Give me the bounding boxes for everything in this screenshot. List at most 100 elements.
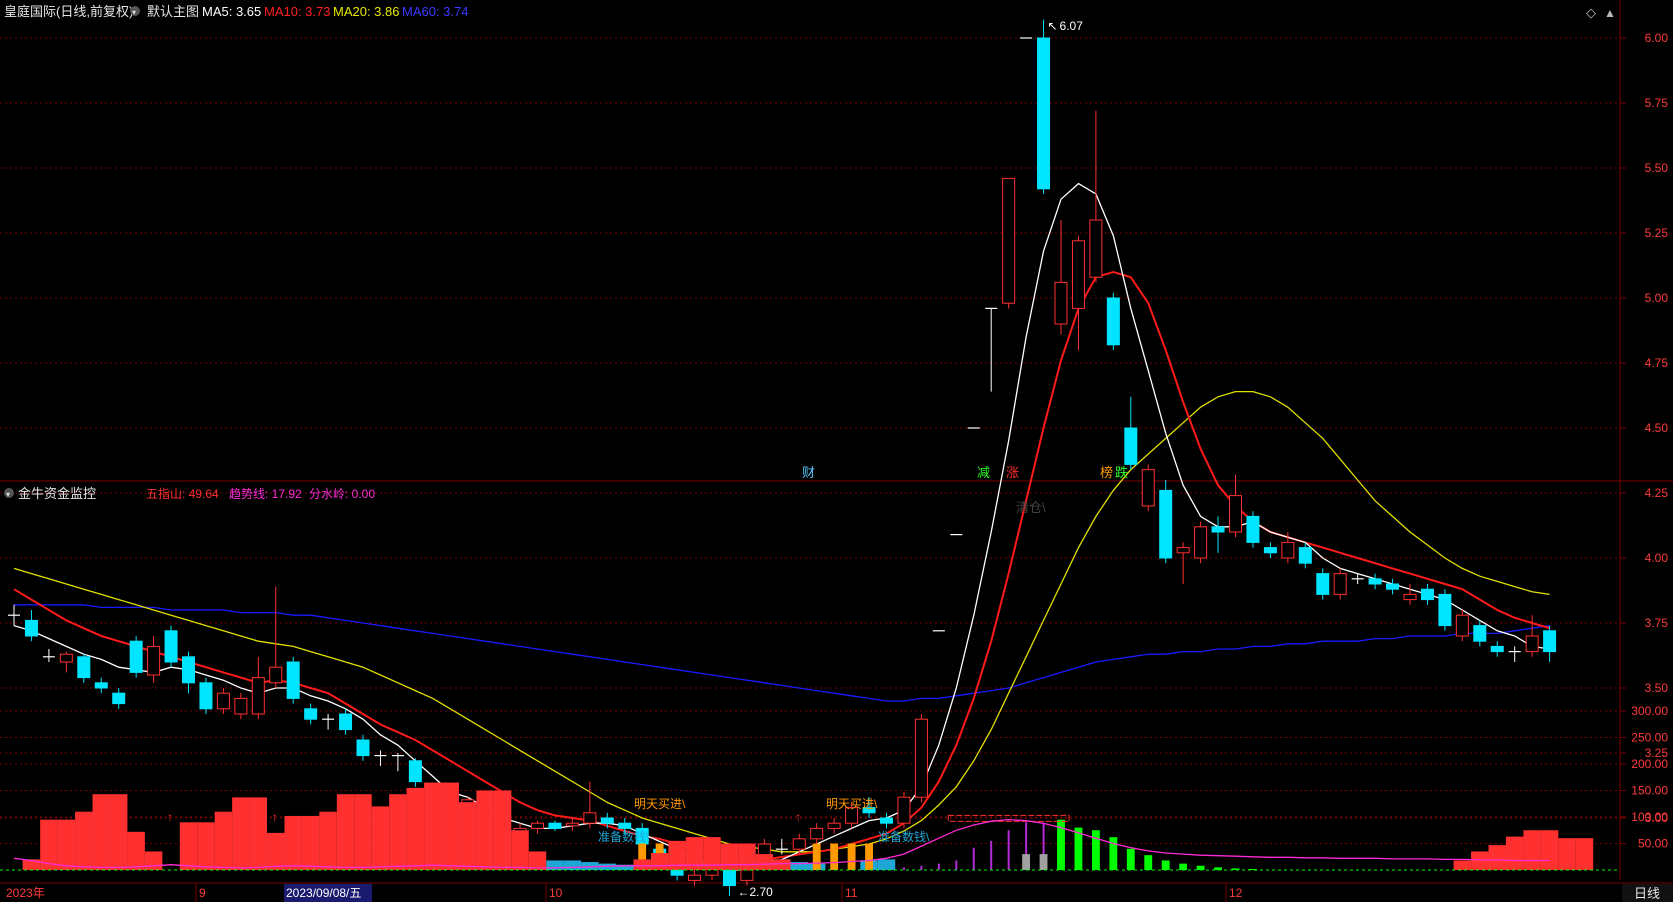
ma10-label: MA10: 3.73 bbox=[264, 4, 331, 19]
red-bar bbox=[319, 811, 337, 870]
chevron-down-icon: ▾ bbox=[132, 8, 136, 17]
stock-title[interactable]: 皇庭国际(日线,前复权) bbox=[4, 4, 133, 19]
orange-bar bbox=[812, 843, 821, 870]
low-price-mark: 2.70 bbox=[749, 885, 773, 899]
red-bar bbox=[371, 806, 390, 870]
trend-line-value: 趋势线: 17.92 bbox=[229, 487, 302, 501]
red-bar bbox=[650, 853, 669, 870]
time-axis: 2023年 9 10 11 12 2023/09/08/五 日线 bbox=[6, 884, 1673, 902]
candle-up bbox=[1176, 547, 1190, 554]
candle-up bbox=[810, 827, 824, 840]
candle-up bbox=[740, 869, 754, 881]
candle-down bbox=[1211, 526, 1225, 533]
diamond-icon[interactable]: ◇ bbox=[1586, 5, 1596, 20]
red-bar bbox=[92, 794, 110, 870]
candle-down bbox=[1543, 630, 1557, 653]
red-bar bbox=[197, 822, 215, 870]
prepare-signal-label: 准备数钱\ bbox=[878, 829, 930, 844]
red-bar bbox=[738, 843, 756, 870]
candle-down bbox=[618, 822, 632, 829]
arrow-left-icon: ↖ bbox=[1048, 19, 1058, 33]
period-button-label[interactable]: 日线 bbox=[1634, 886, 1660, 901]
ma5-line bbox=[13, 182, 1550, 871]
moving-average-lines bbox=[13, 182, 1550, 871]
candle-down bbox=[199, 682, 213, 710]
arrow-left-icon: ← bbox=[737, 885, 749, 899]
red-bar bbox=[424, 782, 442, 870]
orange-bar bbox=[830, 843, 839, 870]
purple-bar bbox=[920, 865, 923, 870]
red-bar bbox=[1540, 830, 1559, 870]
candle-down bbox=[24, 619, 38, 637]
candle-up bbox=[216, 692, 230, 710]
blue-bar bbox=[546, 860, 564, 870]
ma5-label: MA5: 3.65 bbox=[202, 4, 261, 19]
price-axis-label: 4.75 bbox=[1645, 356, 1669, 370]
ma20-line bbox=[13, 390, 1550, 853]
caret-up-icon[interactable]: ▲ bbox=[1604, 6, 1616, 20]
candle-up bbox=[583, 812, 597, 824]
red-bar bbox=[127, 831, 145, 870]
candle-up bbox=[251, 677, 265, 715]
sub-axis-label: 150.00 bbox=[1631, 784, 1668, 798]
price-axis-label: 4.25 bbox=[1645, 486, 1669, 500]
time-label: 10 bbox=[549, 886, 563, 900]
sub-axis: 300.00 250.00 200.00 150.00 100.00 50.00 bbox=[1620, 704, 1668, 851]
arrow-up-icon: ↑ bbox=[795, 810, 801, 824]
candle-down bbox=[286, 661, 300, 699]
candle-up bbox=[234, 697, 248, 715]
event-tag-finance[interactable]: 财 bbox=[802, 465, 815, 480]
event-tag-fall[interactable]: 跌 bbox=[1115, 465, 1128, 480]
sub-axis-label: 100.00 bbox=[1631, 810, 1668, 824]
price-axis-label: 5.50 bbox=[1645, 161, 1669, 175]
red-bar bbox=[458, 802, 477, 870]
sub-axis-label: 200.00 bbox=[1631, 757, 1668, 771]
red-bar bbox=[284, 815, 302, 870]
time-label: 12 bbox=[1229, 886, 1243, 900]
candle-down bbox=[1386, 583, 1400, 590]
candle-down bbox=[1473, 625, 1487, 642]
candle-down bbox=[1368, 578, 1382, 585]
red-bar bbox=[214, 811, 233, 870]
time-label: 9 bbox=[199, 886, 206, 900]
candle-up bbox=[1525, 635, 1539, 653]
red-bar bbox=[511, 830, 529, 870]
ma60-line bbox=[14, 604, 1550, 702]
sub-indicator-title[interactable]: 金牛资金监控 bbox=[18, 486, 96, 501]
price-axis-label: 5.75 bbox=[1645, 96, 1669, 110]
arrow-up-icon: ↑ bbox=[167, 810, 173, 824]
sub-header: ▾ 金牛资金监控 五指山: 49.64 趋势线: 17.92 分水岭: 0.00… bbox=[4, 486, 1046, 515]
price-axis-label: 5.00 bbox=[1645, 291, 1669, 305]
event-tag-reduce[interactable]: 减 bbox=[977, 465, 990, 480]
candle-down bbox=[1246, 515, 1260, 543]
candle-down bbox=[112, 692, 126, 705]
candle-down bbox=[94, 682, 108, 689]
red-bar bbox=[75, 811, 93, 870]
red-bar bbox=[633, 859, 651, 870]
price-axis-label: 3.50 bbox=[1645, 681, 1669, 695]
red-bar bbox=[267, 832, 285, 870]
wuzhishan-value: 五指山: 49.64 bbox=[146, 486, 219, 501]
candle-down bbox=[304, 708, 318, 720]
orange-bar bbox=[847, 843, 856, 870]
purple-bar bbox=[1007, 830, 1010, 870]
indicator-name[interactable]: 默认主图 bbox=[147, 4, 199, 19]
candle-down bbox=[1298, 547, 1312, 564]
red-bar bbox=[720, 843, 739, 870]
red-bar bbox=[1575, 838, 1594, 870]
event-tag-rank[interactable]: 榜 bbox=[1100, 465, 1113, 480]
red-bar bbox=[441, 782, 459, 870]
candle-down bbox=[548, 822, 562, 829]
candle-up bbox=[1141, 469, 1155, 507]
sub-indicator-bars: ↑ ↑ ↑ bbox=[22, 782, 1594, 870]
candle-up bbox=[1054, 281, 1068, 325]
candle-down bbox=[1316, 573, 1330, 595]
candle-down bbox=[1106, 297, 1120, 346]
candle-down bbox=[1124, 427, 1138, 465]
candle-up bbox=[147, 645, 161, 676]
cursor-date: 2023/09/08/五 bbox=[286, 886, 361, 900]
main-header: 皇庭国际(日线,前复权) ▾ 默认主图 MA5: 3.65 MA10: 3.73… bbox=[4, 4, 1616, 20]
candle-down bbox=[77, 656, 91, 679]
candle-down bbox=[1438, 593, 1452, 627]
event-tag-rise[interactable]: 涨 bbox=[1006, 465, 1019, 480]
